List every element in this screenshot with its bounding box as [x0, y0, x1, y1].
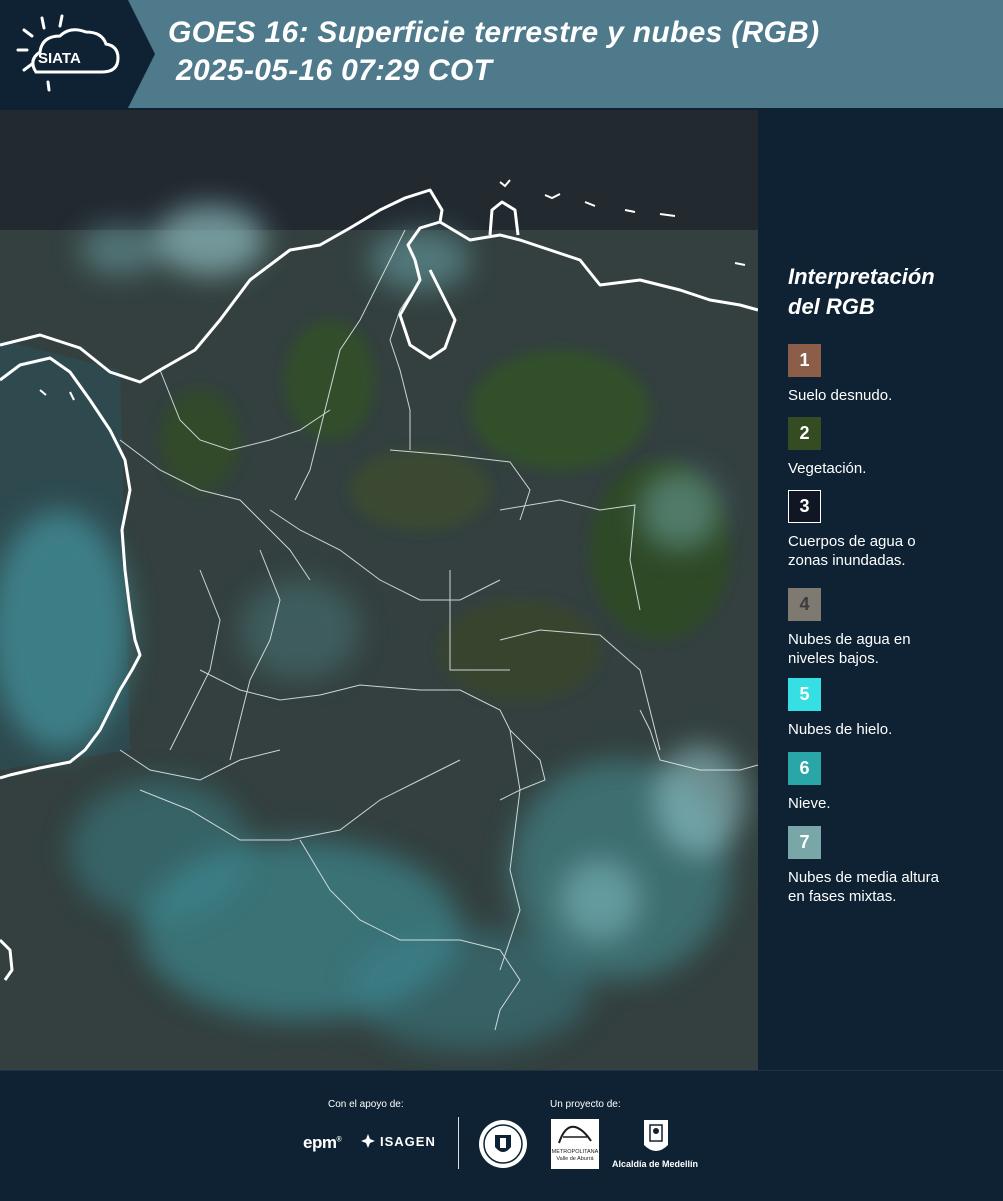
legend-item-ice-clouds: 5 Nubes de hielo. [788, 678, 998, 739]
area-logo-subtext: Valle de Aburrá [556, 1156, 594, 1162]
title-line-product: GOES 16: Superficie terrestre y nubes (R… [168, 16, 820, 49]
legend-number: 2 [799, 423, 810, 443]
legend-label-line: Cuerpos de agua o [788, 533, 916, 550]
legend-label-line: Nubes de agua en [788, 631, 911, 648]
legend-swatch: 4 [788, 588, 821, 621]
legend-item-bare-soil: 1 Suelo desnudo. [788, 344, 998, 405]
project-label: Un proyecto de: [550, 1099, 621, 1110]
isagen-logo: ISAGEN [360, 1133, 436, 1149]
legend-number: 4 [799, 594, 810, 614]
legend-label-line: en fases mixtas. [788, 888, 897, 905]
legend-label-line: Nieve. [788, 795, 831, 812]
legend-title-line2: del RGB [788, 294, 875, 319]
satellite-map [0, 110, 758, 1070]
legend-title: Interpretación del RGB [788, 262, 935, 322]
legend-label: Nubes de media altura en fases mixtas. [788, 868, 998, 906]
legend-number: 7 [799, 832, 810, 852]
legend-number: 6 [799, 758, 810, 778]
legend-item-mid-level-mixed-clouds: 7 Nubes de media altura en fases mixtas. [788, 826, 998, 906]
legend-label-line: Vegetación. [788, 460, 867, 477]
legend-number: 3 [799, 496, 810, 516]
legend-label: Nubes de agua en niveles bajos. [788, 630, 998, 668]
legend-label-line: zonas inundadas. [788, 552, 906, 569]
legend-swatch: 1 [788, 344, 821, 377]
isagen-mark-icon [361, 1134, 375, 1148]
legend-item-snow: 6 Nieve. [788, 752, 998, 813]
legend-label-line: Suelo desnudo. [788, 387, 893, 404]
legend-label-line: niveles bajos. [788, 650, 879, 667]
legend-label: Nubes de hielo. [788, 720, 998, 739]
legend-label-line: Nubes de media altura [788, 869, 939, 886]
title-line-datetime: 2025-05-16 07:29 COT [176, 54, 493, 87]
siata-logo-text: SIATA [38, 50, 81, 67]
epm-logo-text: epm [303, 1133, 337, 1152]
legend-item-water-bodies: 3 Cuerpos de agua o zonas inundadas. [788, 490, 998, 570]
legend-swatch: 6 [788, 752, 821, 785]
siata-logo: SIATA [0, 0, 160, 108]
legend-swatch: 3 [788, 490, 821, 523]
legend-number: 1 [799, 350, 810, 370]
legend-panel: Interpretación del RGB 1 Suelo desnudo. … [760, 108, 1003, 1070]
header: SIATA GOES 16: Superficie terrestre y nu… [0, 0, 1003, 108]
legend-label: Suelo desnudo. [788, 386, 998, 405]
legend-label: Vegetación. [788, 459, 998, 478]
alcaldia-shield-icon [643, 1119, 669, 1162]
page-title: GOES 16: Superficie terrestre y nubes (R… [168, 14, 819, 90]
footer-divider [458, 1117, 459, 1169]
legend-swatch: 7 [788, 826, 821, 859]
legend-label: Nieve. [788, 794, 998, 813]
alcaldia-label: Alcaldía de Medellín [612, 1159, 699, 1169]
legend-item-low-water-clouds: 4 Nubes de agua en niveles bajos. [788, 588, 998, 668]
legend-item-vegetation: 2 Vegetación. [788, 417, 998, 478]
legend-swatch: 2 [788, 417, 821, 450]
legend-label-line: Nubes de hielo. [788, 721, 893, 738]
footer: Con el apoyo de: Un proyecto de: epm® IS… [0, 1070, 1003, 1201]
legend-swatch: 5 [788, 678, 821, 711]
legend-number: 5 [799, 684, 810, 704]
legend-title-line1: Interpretación [788, 264, 935, 289]
area-metropolitana-logo: METROPOLITANA Valle de Aburrá [551, 1119, 599, 1169]
epm-logo: epm® [303, 1133, 342, 1152]
isagen-logo-text: ISAGEN [380, 1133, 436, 1149]
support-label: Con el apoyo de: [328, 1099, 404, 1110]
area-logo-text: METROPOLITANA [551, 1149, 599, 1155]
area-logo-mark-icon [558, 1125, 592, 1144]
medellin-seal-icon [478, 1119, 528, 1174]
legend-label: Cuerpos de agua o zonas inundadas. [788, 532, 998, 570]
